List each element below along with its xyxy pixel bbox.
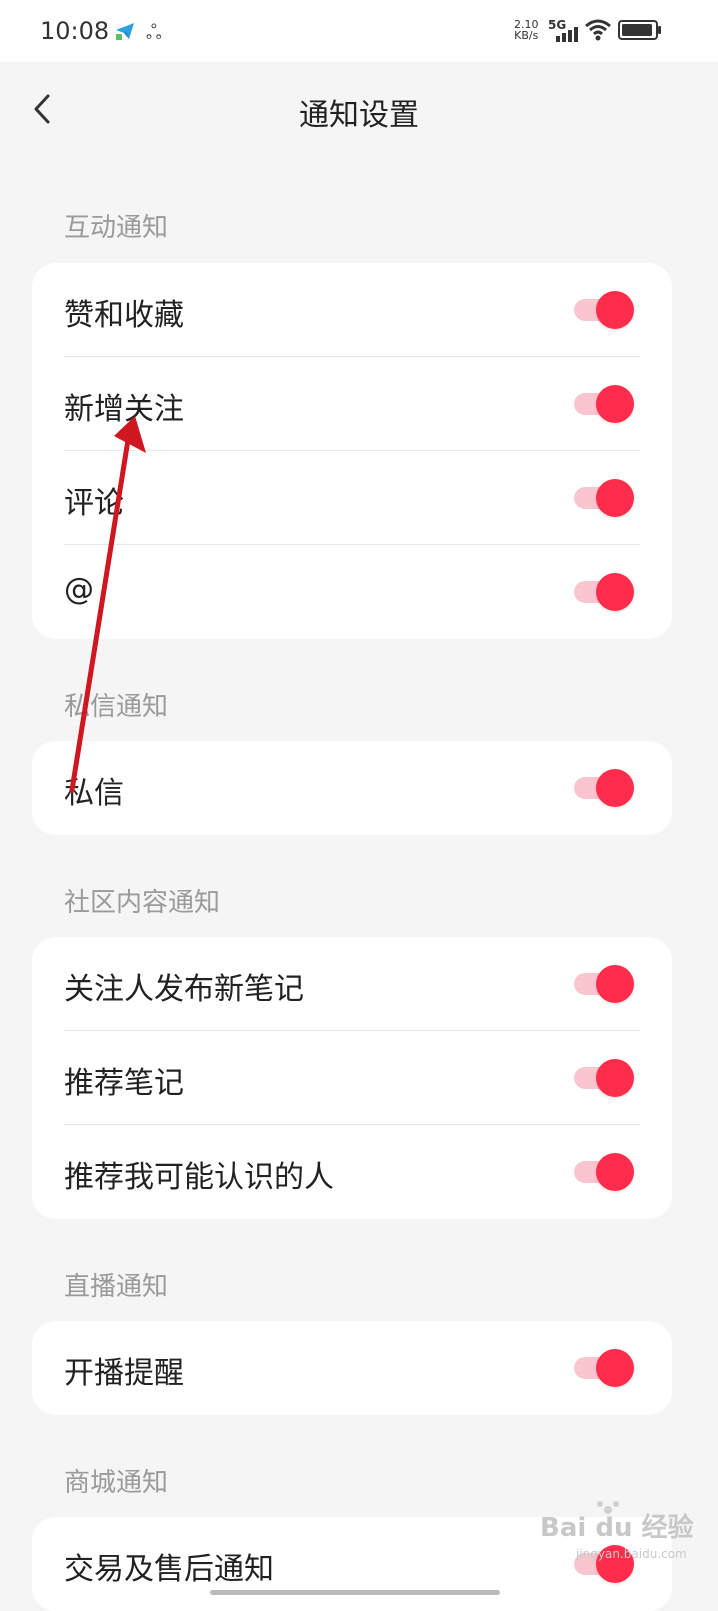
svg-text:jingyan.baidu.com: jingyan.baidu.com [575,1547,687,1561]
network-speed: 2.10 KB/s [514,19,539,41]
setting-row-likes: 赞和收藏 [32,263,672,357]
signal-icon: 5G [548,18,580,44]
network-speed-unit: KB/s [514,29,539,42]
baidu-watermark-icon: Bai du 经验 jingyan.baidu.com [540,1501,694,1561]
setting-label: 推荐我可能认识的人 [64,1160,334,1195]
setting-label: 开播提醒 [64,1356,184,1391]
setting-row-live-reminder: 开播提醒 [32,1321,672,1415]
toggle-switch[interactable] [572,1152,636,1192]
setting-row-followee-posts: 关注人发布新笔记 [32,937,672,1031]
setting-row-new-followers: 新增关注 [32,357,672,451]
toggle-knob [596,479,634,517]
card-messages: 私信 [32,741,672,835]
setting-row-recommended-notes: 推荐笔记 [32,1031,672,1125]
wifi-icon [585,19,611,41]
toggle-knob [596,769,634,807]
setting-row-direct-messages: 私信 [32,741,672,835]
toggle-knob [596,385,634,423]
toggle-knob [596,1153,634,1191]
section-title-mall: 商城通知 [64,1468,169,1498]
section-title-interaction: 互动通知 [64,213,169,243]
toggle-switch[interactable] [572,964,636,1004]
toggle-knob [596,291,634,329]
card-interaction: 赞和收藏 新增关注 评论 @ [32,263,672,639]
toggle-switch[interactable] [572,384,636,424]
app-icon: ஃ [146,20,162,44]
section-title-live: 直播通知 [64,1272,169,1302]
toggle-switch[interactable] [572,768,636,808]
toggle-knob [596,965,634,1003]
toggle-switch[interactable] [572,1058,636,1098]
status-bar: 10:08 ஃ 2.10 KB/s 5G [0,0,718,62]
toggle-switch[interactable] [572,290,636,330]
setting-label: 评论 [64,486,124,521]
toggle-knob [596,1059,634,1097]
signal-bars-icon [556,27,578,42]
section-title-community: 社区内容通知 [64,888,221,918]
status-time: 10:08 [40,17,110,45]
card-live: 开播提醒 [32,1321,672,1415]
toggle-knob [596,573,634,611]
setting-label: 新增关注 [64,392,184,427]
toggle-switch[interactable] [572,572,636,612]
nav-bar: 通知设置 [0,62,718,158]
battery-icon [618,20,661,40]
toggle-knob [596,1349,634,1387]
page-title: 通知设置 [299,98,419,133]
setting-label: 私信 [64,776,124,811]
setting-label: @ [64,572,94,607]
telegram-icon [116,23,134,40]
setting-label: 交易及售后通知 [64,1552,274,1587]
toggle-switch[interactable] [572,1348,636,1388]
setting-label: 赞和收藏 [64,298,184,333]
setting-row-mentions: @ [32,545,672,639]
svg-text:Bai du 经验: Bai du 经验 [540,1512,694,1543]
card-community: 关注人发布新笔记 推荐笔记 推荐我可能认识的人 [32,937,672,1219]
home-indicator[interactable] [210,1590,500,1595]
toggle-switch[interactable] [572,478,636,518]
setting-row-people-you-may-know: 推荐我可能认识的人 [32,1125,672,1219]
setting-label: 推荐笔记 [64,1066,184,1101]
section-title-messages: 私信通知 [64,692,169,722]
setting-row-comments: 评论 [32,451,672,545]
setting-label: 关注人发布新笔记 [64,972,304,1007]
